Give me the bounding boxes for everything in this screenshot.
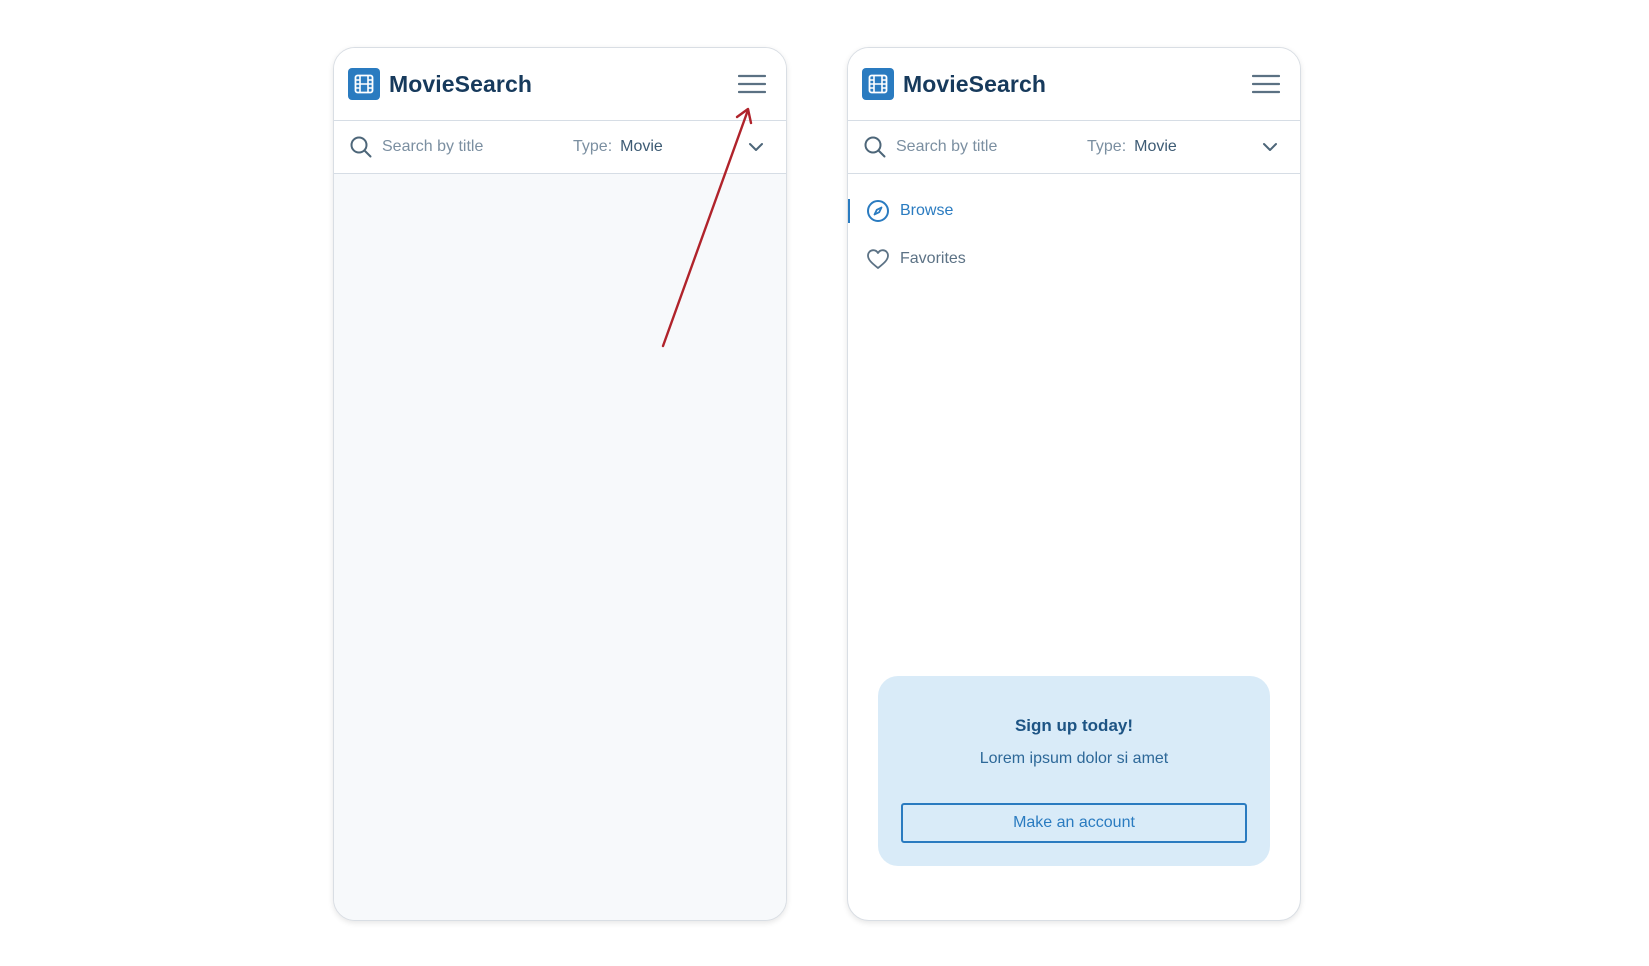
app-header: MovieSearch	[848, 48, 1300, 121]
search-icon	[348, 134, 374, 160]
app-header: MovieSearch	[334, 48, 786, 121]
empty-content-area	[334, 174, 786, 920]
type-value: Movie	[1134, 138, 1177, 155]
annotation-arrow	[661, 107, 753, 348]
type-value: Movie	[620, 138, 663, 155]
signup-title: Sign up today!	[1014, 716, 1134, 735]
search-icon	[862, 134, 888, 160]
search-bar: Type: Movie	[334, 121, 786, 174]
side-nav: Browse Favorites	[848, 174, 1300, 294]
search-input[interactable]	[896, 138, 1086, 156]
compass-icon	[865, 198, 891, 224]
phone-screen-menu-open: MovieSearch Type: Movie	[847, 47, 1301, 921]
nav-item-favorites[interactable]: Favorites	[848, 246, 1300, 272]
type-select[interactable]: Type: Movie	[573, 137, 766, 157]
brand[interactable]: MovieSearch	[862, 68, 1046, 100]
signup-card: Sign up today! Lorem ipsum dolor si amet…	[878, 676, 1270, 866]
nav-label: Favorites	[900, 250, 966, 267]
stage: MovieSearch Type: Movie	[0, 0, 1649, 966]
hamburger-menu-icon[interactable]	[736, 68, 768, 100]
chevron-down-icon	[746, 137, 766, 157]
phone-screen-menu-closed: MovieSearch Type: Movie	[333, 47, 787, 921]
signup-text: Lorem ipsum dolor si amet	[979, 750, 1169, 767]
nav-label: Browse	[900, 202, 954, 219]
type-select[interactable]: Type: Movie	[1087, 137, 1280, 157]
film-icon	[862, 68, 894, 100]
film-icon	[348, 68, 380, 100]
brand[interactable]: MovieSearch	[348, 68, 532, 100]
brand-title: MovieSearch	[903, 70, 1046, 97]
hamburger-menu-icon[interactable]	[1250, 68, 1282, 100]
nav-item-browse[interactable]: Browse	[848, 198, 1300, 224]
chevron-down-icon	[1260, 137, 1280, 157]
type-label: Type:	[573, 138, 613, 155]
heart-icon	[865, 246, 891, 272]
search-bar: Type: Movie	[848, 121, 1300, 174]
search-input[interactable]	[382, 138, 572, 156]
brand-title: MovieSearch	[389, 70, 532, 97]
type-label: Type:	[1087, 138, 1127, 155]
active-indicator	[848, 199, 850, 223]
make-account-button[interactable]: Make an account	[901, 803, 1247, 843]
